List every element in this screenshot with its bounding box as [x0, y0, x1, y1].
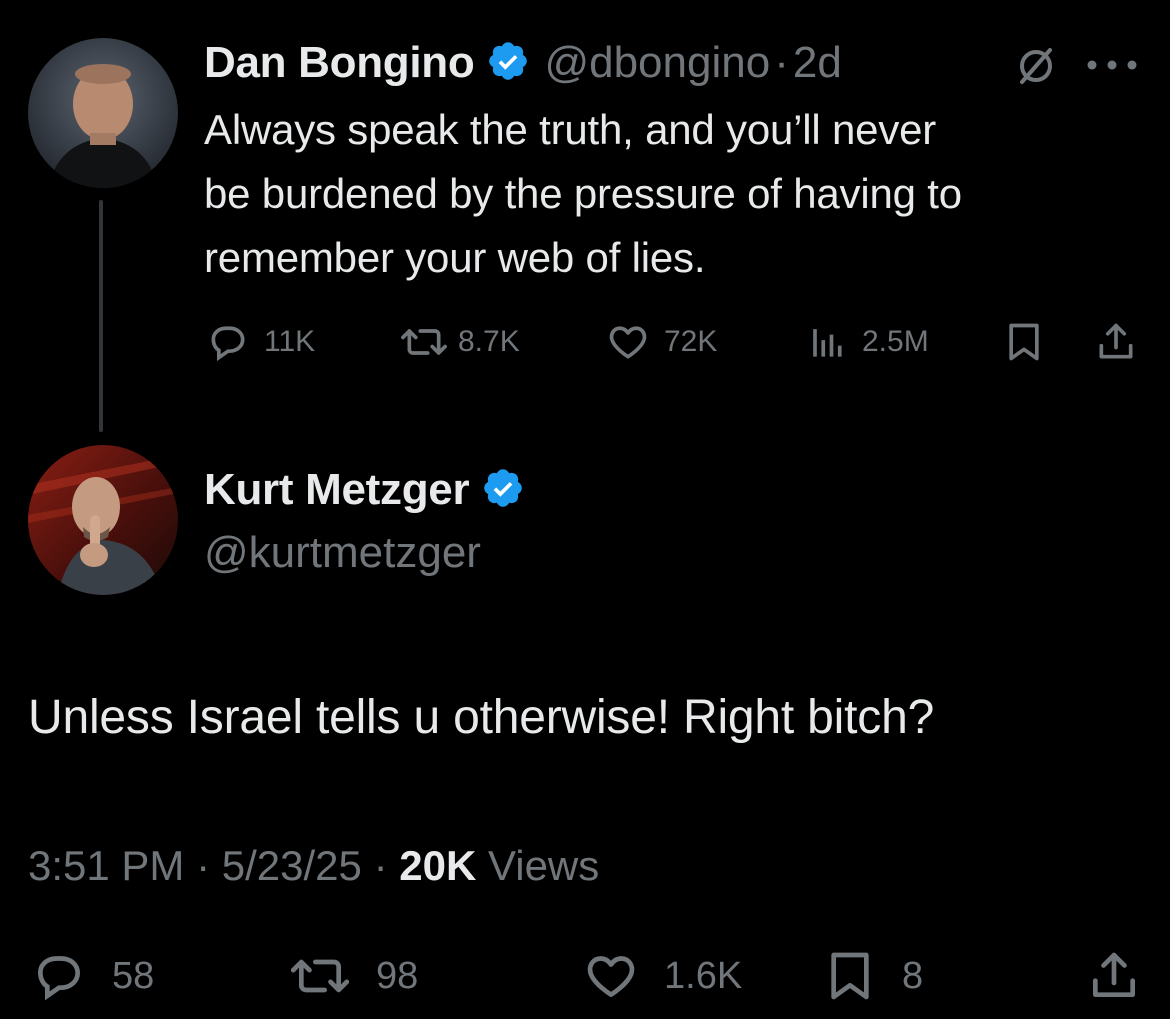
repost-icon: [290, 959, 350, 993]
grok-icon[interactable]: [1014, 44, 1058, 93]
tweet-date[interactable]: 5/23/25: [222, 842, 362, 889]
views-button[interactable]: 2.5M: [802, 320, 929, 364]
header-separator: ·: [774, 38, 789, 87]
tweet-text-line: be burdened by the pressure of having to: [204, 170, 962, 217]
author-handle[interactable]: @dbongino: [544, 38, 770, 88]
repost-count: 98: [376, 954, 419, 997]
tweet-time[interactable]: 3:51 PM: [28, 842, 184, 889]
tweet-text-line: Always speak the truth, and you’ll never: [204, 106, 937, 153]
like-button[interactable]: 72K: [604, 320, 717, 364]
bookmark-count: 8: [902, 954, 924, 997]
like-count: 1.6K: [664, 954, 743, 997]
bookmark-icon: [1009, 323, 1039, 361]
views-count: 2.5M: [862, 325, 929, 358]
author-name[interactable]: Kurt Metzger: [204, 465, 470, 515]
bookmark-button[interactable]: [1002, 320, 1046, 369]
avatar-kurt-metzger[interactable]: [28, 445, 178, 595]
views-label: Views: [487, 842, 600, 889]
reply-count: 11K: [264, 325, 316, 358]
more-icon[interactable]: [1086, 58, 1140, 77]
author-name[interactable]: Dan Bongino: [204, 38, 475, 88]
bookmark-icon: [831, 952, 869, 1000]
share-button[interactable]: [1084, 948, 1144, 1009]
repost-icon: [401, 329, 447, 355]
repost-button[interactable]: 8.7K: [398, 320, 520, 364]
tweet-text-line: remember your web of lies.: [204, 234, 706, 281]
thread-connector-line: [99, 200, 103, 432]
bookmark-button[interactable]: 8: [820, 948, 923, 1004]
avatar-dan-bongino[interactable]: [28, 38, 178, 188]
author-handle[interactable]: @kurtmetzger: [204, 528, 481, 578]
heart-icon: [609, 326, 647, 359]
reply-icon: [211, 326, 245, 362]
tweet-meta-line: 3:51 PM · 5/23/25 · 20K Views: [28, 842, 599, 890]
like-count: 72K: [664, 325, 718, 358]
views-chart-icon: [813, 329, 842, 357]
reply-tweet-header: Kurt Metzger: [204, 465, 525, 515]
parent-tweet-header: Dan Bongino @dbongino · 2d: [204, 38, 842, 88]
reply-button[interactable]: 58: [28, 948, 154, 1004]
like-button[interactable]: 1.6K: [580, 948, 742, 1004]
views-count: 20K: [399, 842, 477, 889]
reply-button[interactable]: 11K: [204, 320, 315, 364]
repost-button[interactable]: 98: [286, 948, 418, 1004]
verified-badge-icon: [481, 466, 525, 515]
share-icon: [1093, 952, 1135, 997]
reply-count: 58: [112, 954, 155, 997]
heart-icon: [587, 956, 635, 997]
reply-tweet-text: Unless Israel tells u otherwise! Right b…: [28, 691, 935, 744]
share-button[interactable]: [1094, 320, 1138, 369]
parent-tweet-text: Always speak the truth, and you’ll never…: [204, 98, 1154, 290]
meta-separator: ·: [196, 842, 211, 889]
share-icon: [1099, 323, 1133, 359]
reply-icon: [37, 956, 81, 1001]
repost-count: 8.7K: [458, 325, 520, 358]
tweet-time-ago[interactable]: 2d: [793, 38, 842, 88]
verified-badge-icon: [486, 39, 530, 88]
meta-separator: ·: [373, 842, 388, 889]
